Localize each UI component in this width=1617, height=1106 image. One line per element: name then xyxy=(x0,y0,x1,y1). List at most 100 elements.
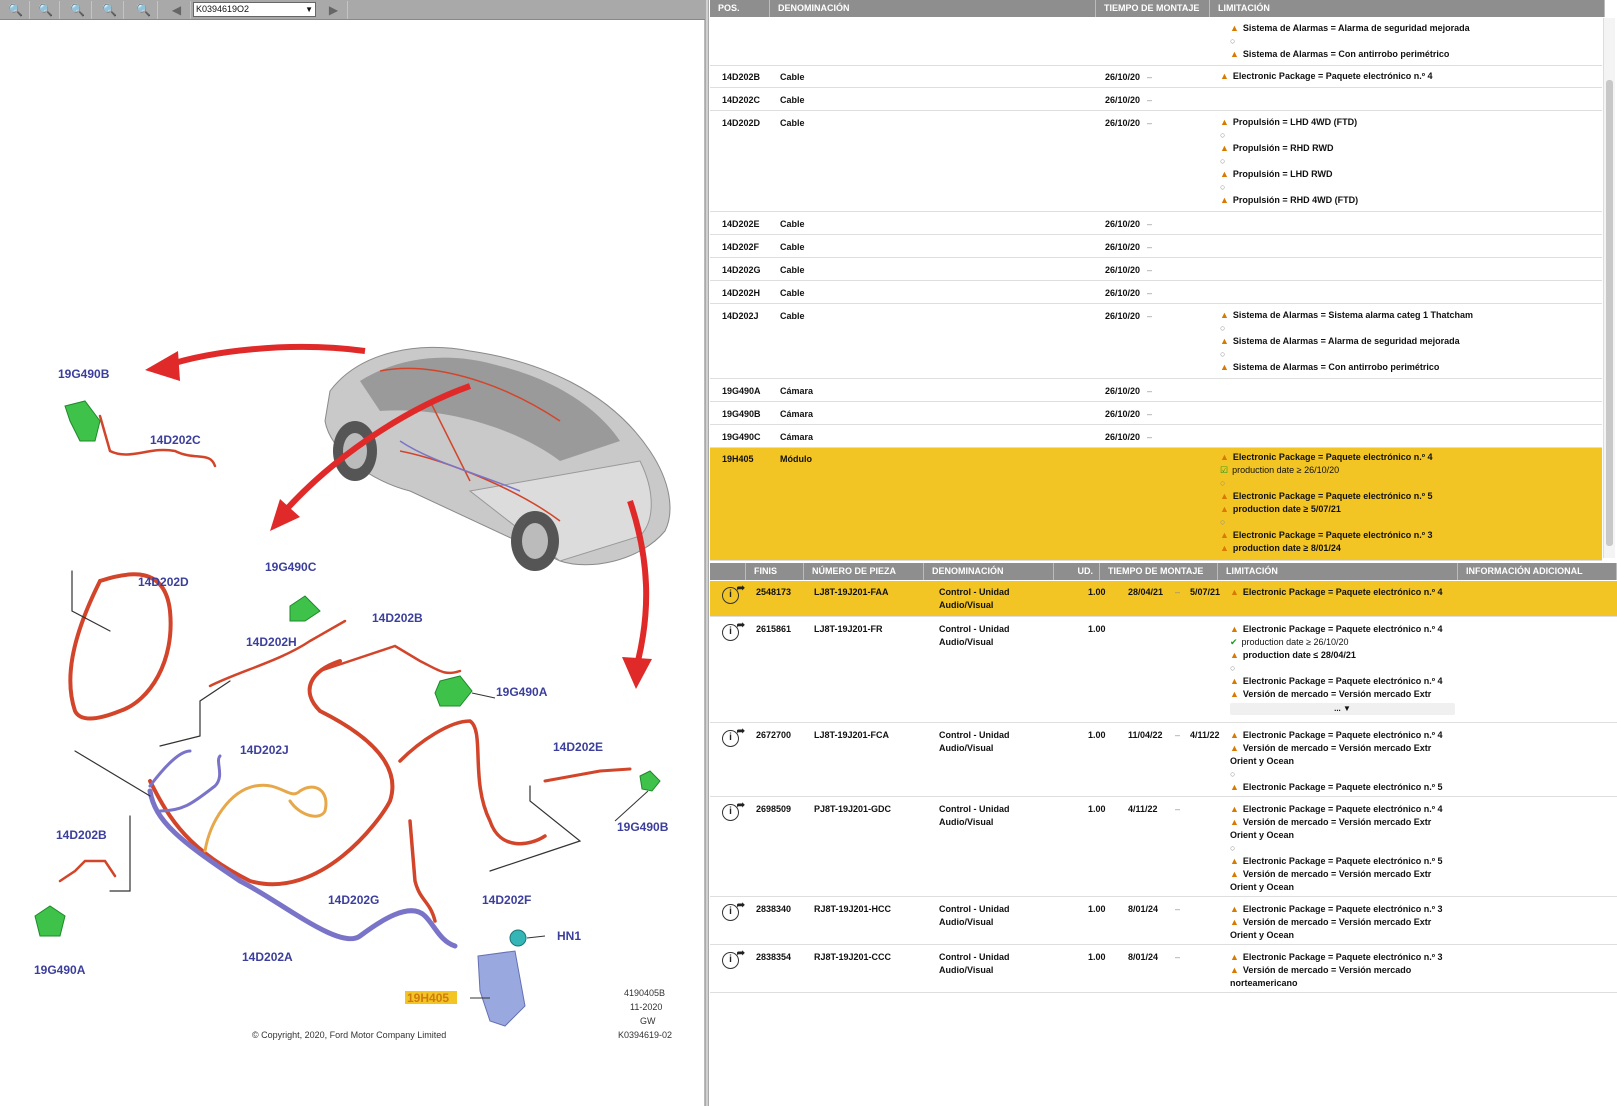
label-14D202B[interactable]: 14D202B xyxy=(372,611,423,625)
cell-pos: 14D202J xyxy=(722,311,759,321)
warning-icon: ▲ xyxy=(1230,23,1239,33)
limitation-line: norteamericano xyxy=(1230,978,1298,988)
range-dash: – xyxy=(1147,118,1153,128)
cell-finis: 2838354 xyxy=(756,952,792,962)
zoom-window-icon[interactable]: 🔍 xyxy=(64,1,92,19)
warning-icon: ▲ xyxy=(1220,336,1229,346)
ref-doc: K0394619-02 xyxy=(618,1030,672,1040)
col-header-ud[interactable]: UD. xyxy=(1054,563,1100,580)
vehicle-illustration xyxy=(324,346,671,571)
label-14D202G[interactable]: 14D202G xyxy=(328,893,379,907)
table-row[interactable]: 14D202F Cable 26/10/20– xyxy=(710,236,1602,258)
cell-denominacion: Control - Unidad xyxy=(939,952,1010,962)
cell-ud: 1.00 xyxy=(1088,587,1106,597)
part-info-icon[interactable]: i xyxy=(722,725,745,747)
part-info-icon[interactable]: i xyxy=(722,899,745,921)
zoom-out-icon[interactable]: 🔍 xyxy=(32,1,60,19)
cell-tiempo-to: 5/07/21 xyxy=(1190,587,1221,597)
table-row[interactable]: 14D202C Cable 26/10/20– xyxy=(710,89,1602,111)
part-row[interactable]: i 2838354 RJ8T-19J201-CCC Control - Unidad A… xyxy=(710,946,1617,993)
label-14D202D[interactable]: 14D202D xyxy=(138,575,189,589)
label-19G490A[interactable]: 19G490A xyxy=(496,685,548,699)
limitation-line: ▲ Electronic Package = Paquete electrónic… xyxy=(1220,491,1433,501)
separator: ○ xyxy=(1230,663,1236,673)
separator: ○ xyxy=(1220,130,1226,140)
table-row[interactable]: 14D202D Cable 26/10/20– ▲ Propulsión = LHD 4… xyxy=(710,112,1602,212)
part-row[interactable]: i 2672700 LJ8T-19J201-FCA Control - Unidad A… xyxy=(710,724,1617,797)
cell-finis: 2698509 xyxy=(756,804,792,814)
part-info-icon[interactable]: i xyxy=(722,799,745,821)
label-14D202F[interactable]: 14D202F xyxy=(482,893,531,907)
limitation-line: Orient y Ocean xyxy=(1230,882,1295,892)
col-header-pos[interactable]: POS. xyxy=(710,0,770,17)
range-dash: – xyxy=(1147,432,1153,442)
table-row[interactable]: 14D202J Cable 26/10/20– ▲ Sistema de Alarmas… xyxy=(710,305,1602,379)
label-19G490B[interactable]: 19G490B xyxy=(58,367,110,381)
ref-author: GW xyxy=(640,1016,656,1026)
col-header-tiempo-lower[interactable]: TIEMPO DE MONTAJE xyxy=(1100,563,1218,580)
warning-icon: ▲ xyxy=(1230,49,1239,59)
label-HN1[interactable]: HN1 xyxy=(557,929,581,943)
col-header-denominacion-lower[interactable]: DENOMINACIÓN xyxy=(924,563,1054,580)
part-row[interactable]: i 2698509 PJ8T-19J201-GDC Control - Unidad A… xyxy=(710,798,1617,897)
limitation-line: ▲ Electronic Package = Paquete electrónic… xyxy=(1230,804,1443,814)
label-19G490C[interactable]: 19G490C xyxy=(265,560,317,574)
col-header-numero[interactable]: NÚMERO DE PIEZA xyxy=(804,563,924,580)
part-row[interactable]: i 2838340 RJ8T-19J201-HCC Control - Unidad A… xyxy=(710,898,1617,945)
cell-denominacion: Cable xyxy=(780,118,805,128)
part-info-icon[interactable]: i xyxy=(722,947,745,969)
cell-denominacion: Cable xyxy=(780,242,805,252)
document-select[interactable]: K0394619O2 ▼ xyxy=(193,2,316,17)
table-row[interactable]: 19G490A Cámara 26/10/20– xyxy=(710,380,1602,402)
cell-ud: 1.00 xyxy=(1088,904,1106,914)
cell-denominacion: Control - Unidad xyxy=(939,730,1010,740)
part-info-icon[interactable]: i xyxy=(722,619,745,641)
table-row[interactable]: 14D202G Cable 26/10/20– xyxy=(710,259,1602,281)
label-14D202B-left[interactable]: 14D202B xyxy=(56,828,107,842)
cell-part-number: PJ8T-19J201-GDC xyxy=(814,804,892,814)
zoom-reset-icon[interactable]: 🔍 xyxy=(130,1,158,19)
panel-splitter[interactable] xyxy=(705,0,709,1106)
table-row[interactable]: 19G490B Cámara 26/10/20– xyxy=(710,403,1602,425)
viewer-toolbar: 🔍 🔍 🔍 🔍 🔍 ◀ K0394619O2 ▼ ▶ xyxy=(0,0,705,20)
cell-denominacion: Cámara xyxy=(780,409,814,419)
zoom-fit-icon[interactable]: 🔍 xyxy=(96,1,124,19)
table-row[interactable]: 19G490C Cámara 26/10/20– xyxy=(710,426,1602,448)
label-14D202J[interactable]: 14D202J xyxy=(240,743,289,757)
next-icon[interactable]: ▶ xyxy=(320,1,348,19)
col-header-info[interactable]: INFORMACIÓN ADICIONAL xyxy=(1458,563,1617,580)
scrollbar-thumb[interactable] xyxy=(1606,80,1613,546)
cell-denominacion: Control - Unidad xyxy=(939,587,1010,597)
range-dash: – xyxy=(1175,804,1181,814)
label-14D202C[interactable]: 14D202C xyxy=(150,433,201,447)
col-header-tiempo[interactable]: TIEMPO DE MONTAJE xyxy=(1096,0,1210,17)
table-row[interactable]: 14D202E Cable 26/10/20– xyxy=(710,213,1602,235)
zoom-in-icon[interactable]: 🔍 xyxy=(2,1,30,19)
table-row[interactable]: 14D202H Cable 26/10/20– xyxy=(710,282,1602,304)
upper-scrollbar[interactable] xyxy=(1603,18,1615,558)
warning-icon: ▲ xyxy=(1220,310,1229,320)
previous-icon[interactable]: ◀ xyxy=(163,1,191,19)
limitation-line: ▲ production date ≥ 5/07/21 xyxy=(1220,504,1341,514)
table-row[interactable]: 14D202B Cable 26/10/20– ▲ Electronic Package… xyxy=(710,66,1602,88)
label-19H405[interactable]: 19H405 xyxy=(407,991,449,1005)
label-19G490A-left[interactable]: 19G490A xyxy=(34,963,86,977)
label-19G490B-right[interactable]: 19G490B xyxy=(617,820,669,834)
show-more-button[interactable]: ... ▼ xyxy=(1230,703,1455,715)
limitation-line: ▲ Electronic Package = Paquete electrónic… xyxy=(1230,856,1443,866)
col-header-denominacion[interactable]: DENOMINACIÓN xyxy=(770,0,1096,17)
warning-icon: ▲ xyxy=(1220,362,1229,372)
col-header-finis[interactable]: FINIS xyxy=(746,563,804,580)
col-header-limitacion[interactable]: LIMITACIÓN xyxy=(1210,0,1605,17)
table-row-selected[interactable]: 19H405 Módulo ▲ Electronic Package = Paqu… xyxy=(710,448,1602,561)
label-14D202A[interactable]: 14D202A xyxy=(242,950,293,964)
cell-pos: 14D202G xyxy=(722,265,761,275)
label-14D202H[interactable]: 14D202H xyxy=(246,635,297,649)
warning-icon: ▲ xyxy=(1230,676,1239,686)
part-row[interactable]: i 2615861 LJ8T-19J201-FR Control - Unidad Au… xyxy=(710,618,1617,723)
col-header-limitacion-lower[interactable]: LIMITACIÓN xyxy=(1218,563,1458,580)
part-row-selected[interactable]: i 2548173 LJ8T-19J201-FAA Control - Unidad A… xyxy=(710,581,1617,617)
label-14D202E[interactable]: 14D202E xyxy=(553,740,603,754)
part-info-icon[interactable]: i xyxy=(722,582,745,604)
cell-denominacion: Cámara xyxy=(780,386,814,396)
